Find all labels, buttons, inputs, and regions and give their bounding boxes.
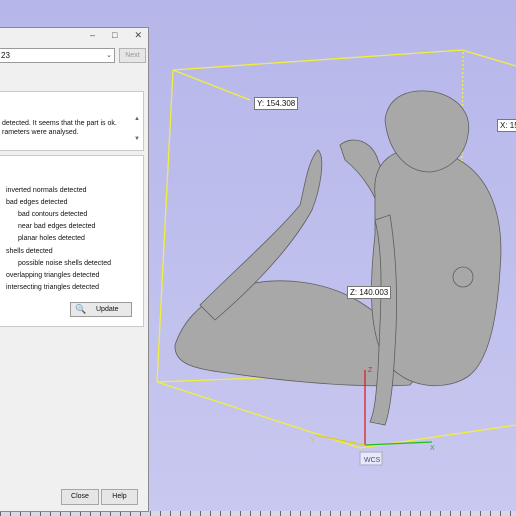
check-shells[interactable]: shells detected <box>6 248 53 255</box>
maximize-icon[interactable]: □ <box>112 30 117 41</box>
dim-x-label: X: 15 <box>497 119 516 132</box>
analysis-dialog: – □ ✕ 23 ⌄ Next detected. It seems that … <box>0 27 149 512</box>
next-button[interactable]: Next <box>119 48 146 63</box>
magnifier-icon: 🔍 <box>75 304 87 314</box>
checks-list: inverted normals detected bad edges dete… <box>0 155 144 327</box>
check-intersecting-triangles[interactable]: intersecting triangles detected <box>6 284 99 291</box>
scroll-up-icon[interactable]: ▲ <box>134 116 140 122</box>
x-axis-label: X <box>430 445 435 452</box>
y-axis <box>314 434 366 446</box>
check-inverted-normals[interactable]: inverted normals detected <box>6 187 87 194</box>
check-near-bad-edges[interactable]: near bad edges detected <box>18 223 95 230</box>
bbox-edge <box>156 69 174 383</box>
update-button-label: Update <box>96 306 119 313</box>
wcs-label: WCS <box>364 457 381 464</box>
check-bad-contours[interactable]: bad contours detected <box>18 211 87 218</box>
dim-z-label: Z: 140.003 <box>347 286 392 299</box>
minimize-icon[interactable]: – <box>90 30 95 41</box>
y-axis-label: Y <box>310 437 315 444</box>
bbox-edge <box>172 69 251 101</box>
dim-y-label: Y: 154.308 <box>254 97 299 110</box>
check-bad-edges[interactable]: bad edges detected <box>6 199 68 206</box>
model-detail <box>452 266 474 288</box>
close-button[interactable]: Close <box>61 489 99 505</box>
close-icon[interactable]: ✕ <box>134 30 142 41</box>
z-axis-label: Z <box>368 367 373 374</box>
part-selector[interactable]: 23 ⌄ <box>0 48 115 63</box>
message-line-1: detected. It seems that the part is ok. <box>2 120 117 127</box>
message-box: detected. It seems that the part is ok. … <box>0 91 144 151</box>
check-overlapping-triangles[interactable]: overlapping triangles detected <box>6 272 99 279</box>
scroll-down-icon[interactable]: ▼ <box>134 136 140 142</box>
message-line-2: rameters were analysed. <box>2 129 79 136</box>
bbox-edge <box>172 49 463 71</box>
window-controls: – □ ✕ <box>90 30 142 41</box>
check-noise-shells[interactable]: possible noise shells detected <box>18 260 111 267</box>
chevron-down-icon[interactable]: ⌄ <box>106 49 112 62</box>
part-selector-value: 23 <box>1 51 10 60</box>
human-figure-model[interactable] <box>174 90 502 426</box>
bbox-edge <box>461 49 516 67</box>
update-button[interactable]: 🔍 Update <box>70 302 132 317</box>
check-planar-holes[interactable]: planar holes detected <box>18 235 85 242</box>
help-button[interactable]: Help <box>101 489 138 505</box>
